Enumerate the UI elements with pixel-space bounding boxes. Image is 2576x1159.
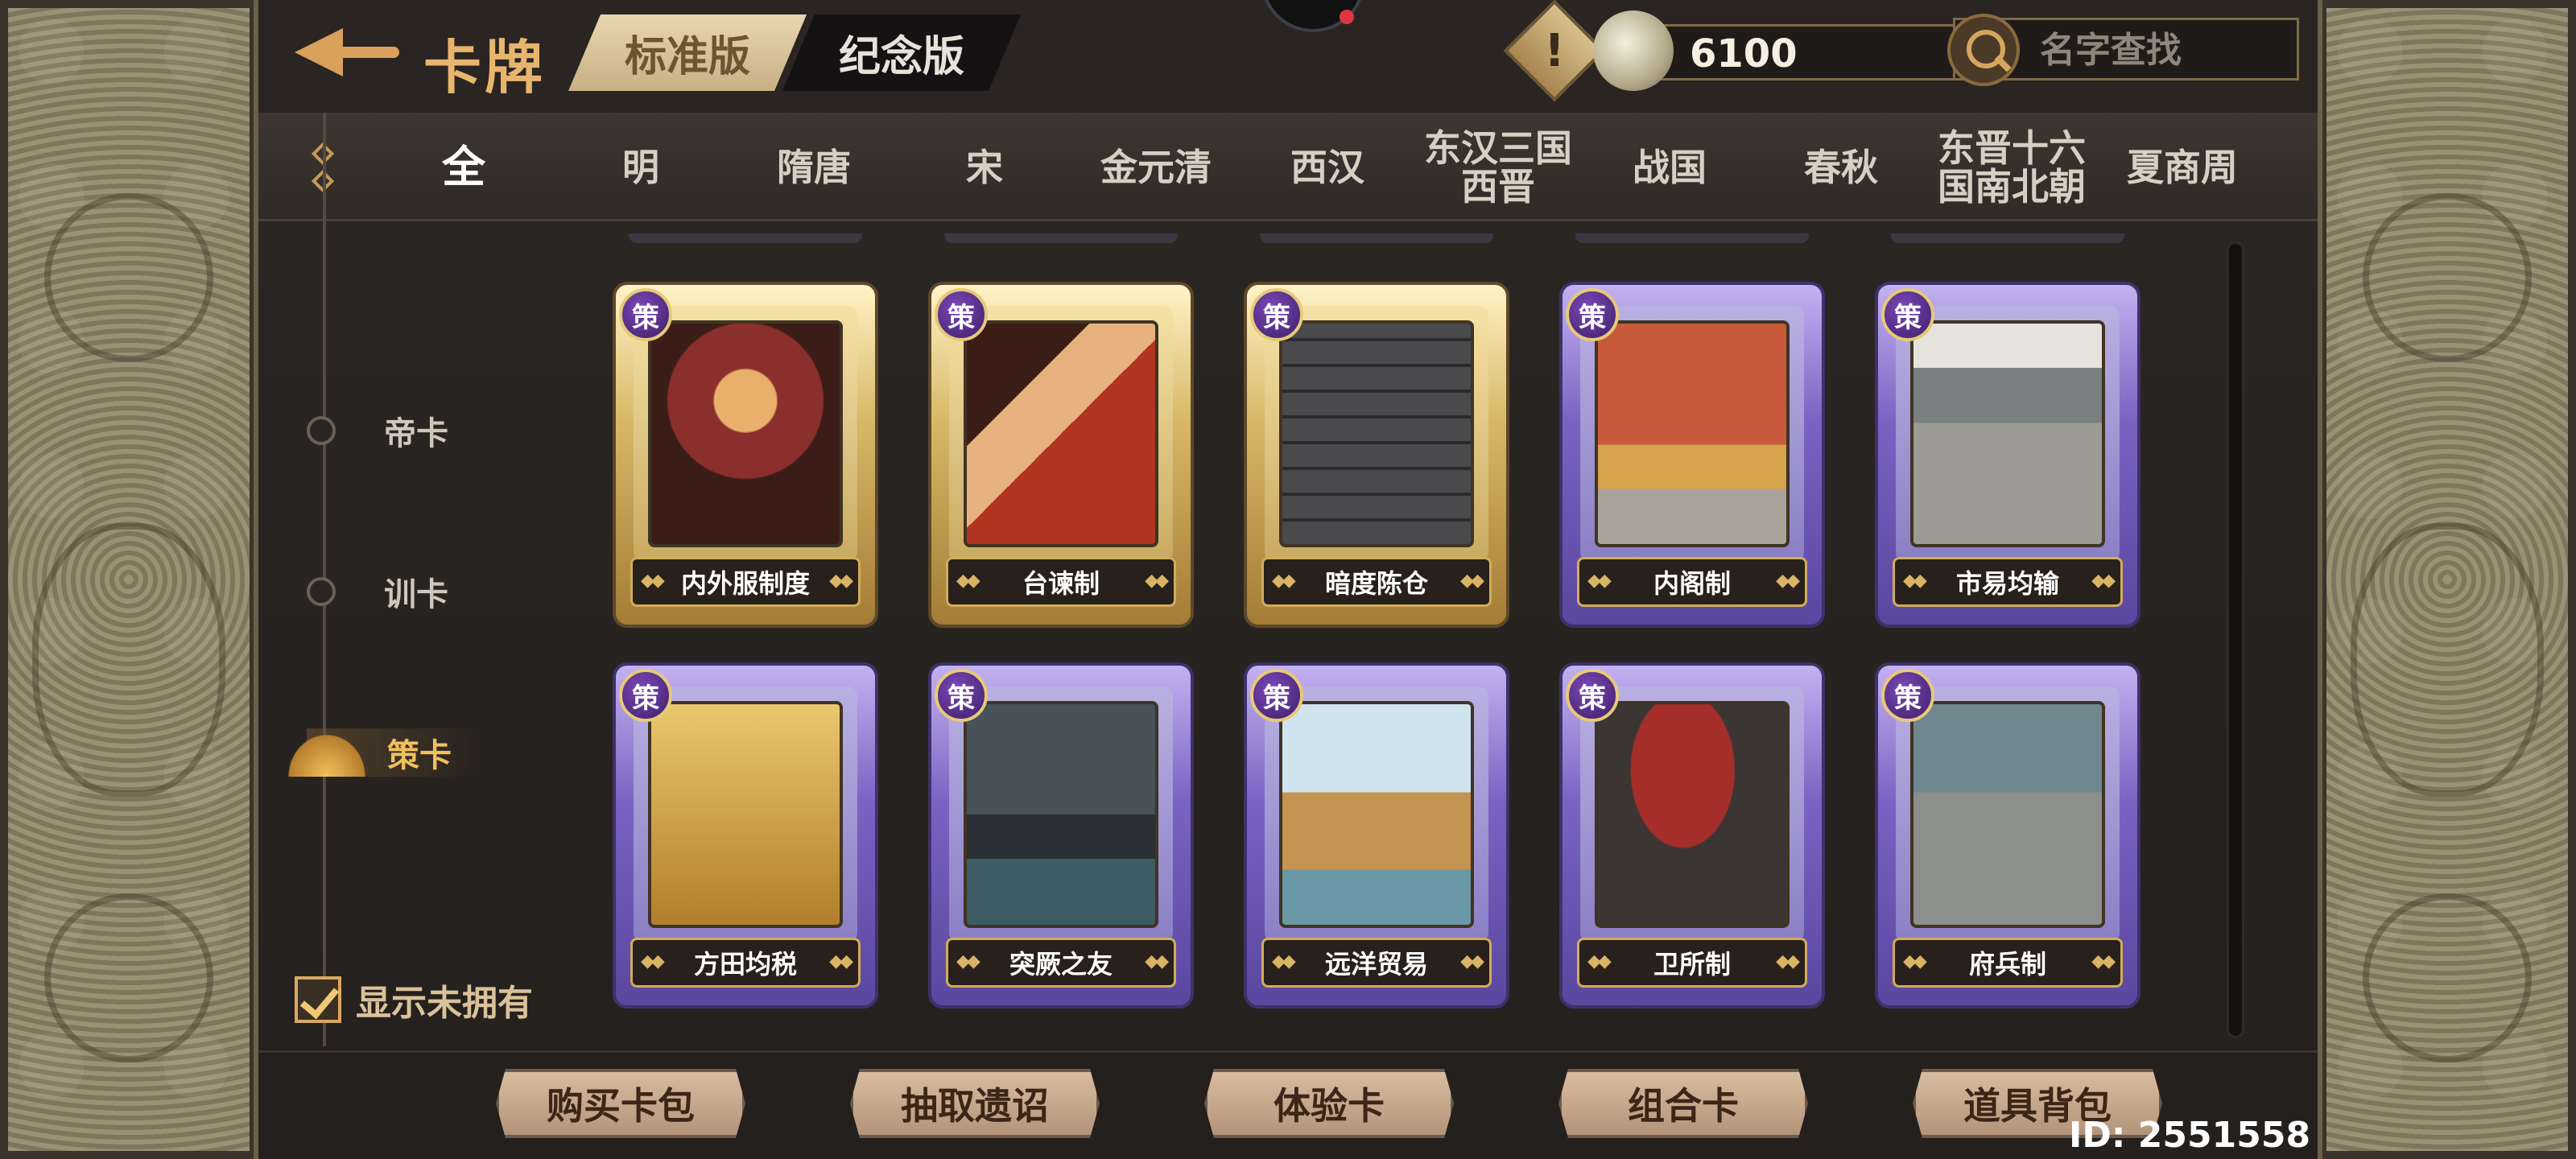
category-label: 策卡	[387, 737, 452, 774]
strategy-badge-icon: 策	[619, 288, 672, 341]
card[interactable]: 策 远洋贸易	[1244, 662, 1509, 1008]
header-bar: 卡牌 标准版 纪念版 ! 6100	[258, 0, 2318, 113]
info-button[interactable]: !	[1503, 0, 1606, 102]
cloud-ornament	[44, 893, 213, 1062]
field-art-icon	[648, 701, 843, 928]
exclamation-icon: !	[1544, 24, 1565, 77]
wall-art-icon	[1279, 320, 1474, 547]
search-box	[1947, 14, 2299, 86]
card-name: 卫所制	[1577, 938, 1807, 988]
buy-pack-button[interactable]: 购买卡包	[496, 1069, 745, 1138]
bow-art-icon	[1595, 701, 1790, 928]
strategy-badge-icon: 策	[1881, 288, 1934, 341]
dial-icon	[1261, 0, 1365, 32]
trial-card-button[interactable]: 体验卡	[1204, 1069, 1454, 1138]
rail-node-icon	[307, 416, 336, 445]
card-scrollbar[interactable]	[2227, 241, 2244, 1038]
strategy-badge-icon: 策	[619, 669, 672, 722]
card[interactable]: 策 台谏制	[928, 282, 1194, 628]
tab-sui-tang[interactable]: 隋唐	[733, 113, 894, 221]
card-name: 内阁制	[1577, 557, 1807, 607]
tab-jin-yuan-qing[interactable]: 金元清	[1075, 113, 1236, 221]
notification-dot	[1340, 10, 1354, 24]
category-emperor[interactable]: 帝卡	[307, 406, 448, 455]
ship-art-icon	[1279, 701, 1474, 928]
card[interactable]: 策 市易均输	[1875, 282, 2140, 628]
strategy-badge-icon: 策	[935, 669, 988, 722]
card-grid: 策 内外服制度 策 台谏制 策 暗度陈仓 策 内阁制 策 市易均输 策	[613, 233, 2496, 1038]
cloud-ornament	[44, 193, 213, 362]
page-title: 卡牌	[423, 34, 547, 101]
card-collection-panel: 卡牌 标准版 纪念版 ! 6100 全 明 隋唐 宋 金元清 西汉 东汉三国 西…	[254, 0, 2322, 1159]
card-name: 突厥之友	[946, 938, 1176, 988]
tab-eastern-jin-southern-northern[interactable]: 东晋十六 国南北朝	[1931, 113, 2092, 221]
card-name: 台谏制	[946, 557, 1176, 607]
card[interactable]: 策 突厥之友	[928, 662, 1194, 1008]
category-training[interactable]: 训卡	[307, 567, 448, 616]
category-strategy[interactable]: 策卡	[283, 728, 484, 777]
strategy-badge-icon: 策	[1250, 288, 1303, 341]
strategy-badge-icon: 策	[1250, 669, 1303, 722]
card-name: 暗度陈仓	[1261, 557, 1492, 607]
strategy-badge-icon: 策	[935, 288, 988, 341]
court-art-icon	[648, 320, 843, 547]
combo-card-button[interactable]: 组合卡	[1558, 1069, 1808, 1138]
search-input[interactable]	[2040, 27, 2289, 73]
dragon-ornament	[32, 523, 225, 797]
show-unowned-label: 显示未拥有	[356, 983, 533, 1024]
card-name: 府兵制	[1893, 938, 2123, 988]
card-name: 市易均输	[1893, 557, 2123, 607]
card[interactable]: 策 内外服制度	[613, 282, 878, 628]
back-button[interactable]	[295, 16, 407, 89]
search-icon[interactable]	[1947, 14, 2020, 86]
draw-edict-button[interactable]: 抽取遗诏	[850, 1069, 1100, 1138]
card[interactable]: 策 暗度陈仓	[1244, 282, 1509, 628]
checkbox-checked-icon[interactable]	[295, 976, 341, 1023]
card[interactable]: 策 方田均税	[613, 662, 878, 1008]
throne-art-icon	[1595, 320, 1790, 547]
fortress-art-icon	[964, 701, 1158, 928]
card[interactable]: 策 卫所制	[1559, 662, 1825, 1008]
dynasty-tab-bar: 全 明 隋唐 宋 金元清 西汉 东汉三国 西晋 战国 春秋 东晋十六 国南北朝 …	[258, 113, 2318, 221]
category-label: 帝卡	[384, 415, 448, 452]
tab-western-han[interactable]: 西汉	[1247, 113, 1408, 221]
card-name: 远洋贸易	[1261, 938, 1492, 988]
tab-ming[interactable]: 明	[560, 113, 721, 221]
tab-song[interactable]: 宋	[904, 113, 1065, 221]
tab-xia-shang-zhou[interactable]: 夏商周	[2102, 113, 2263, 221]
left-decor-panel	[0, 0, 258, 1159]
lotus-icon	[283, 728, 371, 777]
category-label: 训卡	[384, 576, 448, 613]
tab-all[interactable]: 全	[383, 113, 544, 221]
currency-value: 6100	[1690, 31, 1798, 76]
soldier-art-icon	[1910, 701, 2105, 928]
user-id: ID: 2551558	[2069, 1115, 2311, 1156]
card[interactable]: 策 府兵制	[1875, 662, 2140, 1008]
card-name: 方田均税	[630, 938, 861, 988]
official-art-icon	[964, 320, 1158, 547]
strategy-badge-icon: 策	[1881, 669, 1934, 722]
version-tabs: 标准版 纪念版	[568, 14, 1021, 91]
show-unowned-toggle[interactable]: 显示未拥有	[295, 974, 533, 1025]
tab-commemorative[interactable]: 纪念版	[782, 14, 1021, 91]
crane-coin-icon	[1593, 10, 1674, 91]
tab-eastern-han-three-kingdoms[interactable]: 东汉三国 西晋	[1418, 113, 1579, 221]
rail-node-icon	[307, 577, 336, 606]
tab-standard[interactable]: 标准版	[568, 14, 807, 91]
strategy-badge-icon: 策	[1566, 669, 1619, 722]
tab-warring-states[interactable]: 战国	[1589, 113, 1750, 221]
tab-spring-autumn[interactable]: 春秋	[1761, 113, 1922, 221]
card-name: 内外服制度	[630, 557, 861, 607]
market-art-icon	[1910, 320, 2105, 547]
card[interactable]: 策 内阁制	[1559, 282, 1825, 628]
strategy-badge-icon: 策	[1566, 288, 1619, 341]
